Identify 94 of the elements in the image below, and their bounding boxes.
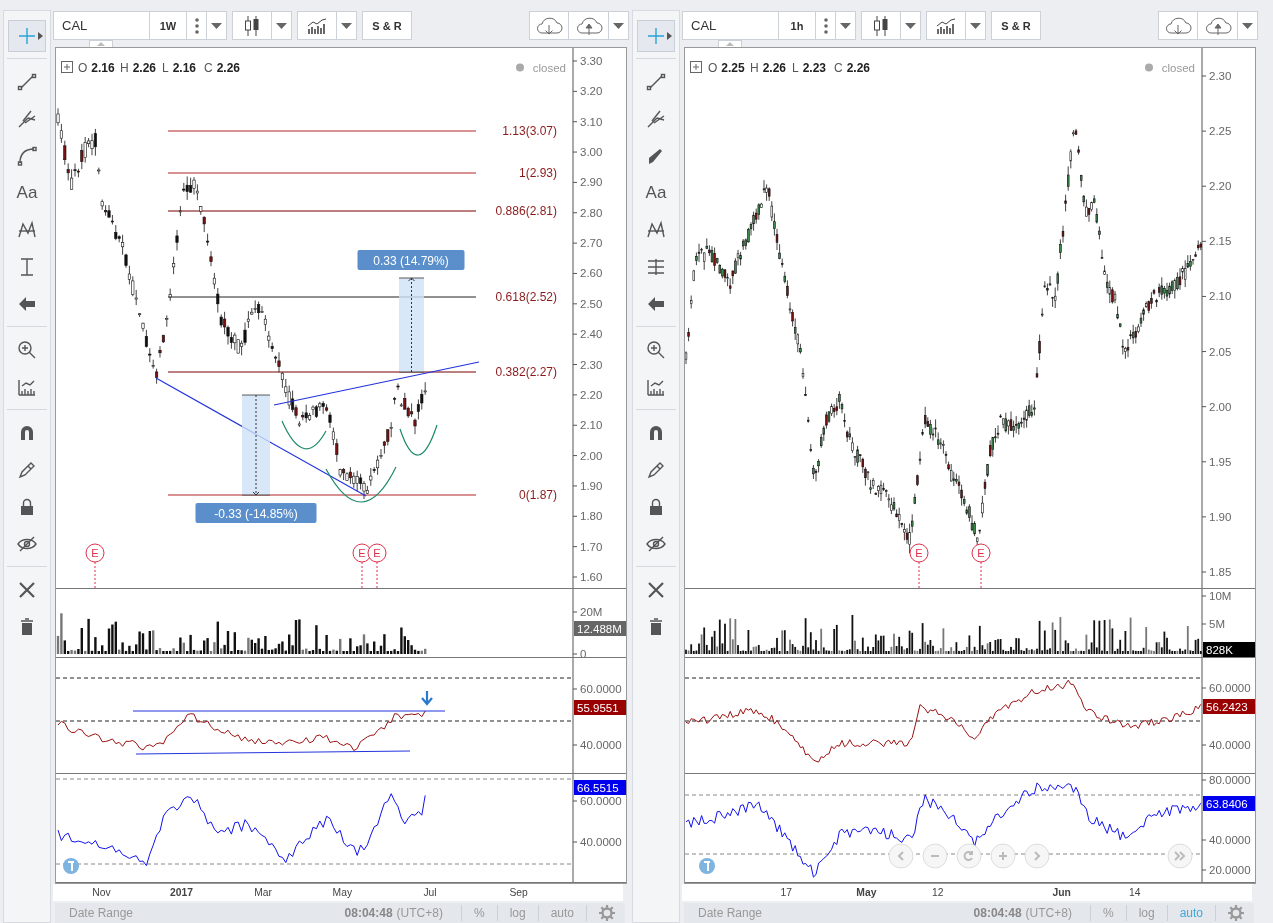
time-axis-label: 12 [932,887,944,899]
price-axis-label: 3.30 [580,55,603,67]
clock-time: 08:04:48 [973,906,1022,921]
fib-level-label: 1(2.93) [518,166,557,180]
price-axis-label: 1.90 [580,479,603,492]
price-axis-label: 2.00 [1209,400,1232,413]
indicator-axis-label: 40.0000 [1209,739,1251,751]
indicator-axis-label: 20.0000 [1209,864,1251,876]
indicator-axis-label: 80.0000 [1209,774,1251,786]
time-axis-label: 17 [780,887,793,899]
price-axis-label: 2.30 [580,358,603,371]
symbol-field[interactable]: CAL [53,11,149,40]
last-value-badge: 66.5515 [574,780,626,795]
time-axis-label: Nov [92,887,111,899]
last-value-badge: 63.8406 [1203,796,1255,811]
price-axis-label: 2.80 [580,206,603,219]
clock-time: 08:04:48 [344,906,393,921]
price-axis-label: 1.70 [580,540,603,553]
time-axis-label: Sep [509,887,528,899]
indicator-axis-label: 40.0000 [580,836,622,848]
price-axis-label: 2.25 [1209,125,1232,138]
last-value-badge: 828K [1203,642,1255,657]
timezone-label[interactable]: (UTC+8) [1025,906,1072,921]
price-axis-label: 2.00 [580,449,603,462]
fib-level-label: 0.618(2.52) [495,290,557,304]
ohlc-value: H 2.26 [120,61,157,75]
price-axis-label: 2.50 [580,297,603,310]
ohlc-value: C 2.26 [204,61,241,75]
volume-axis-label: 10M [1209,590,1232,602]
scale-toggle[interactable]: % [473,906,485,921]
date-range-button[interactable]: Date Range [69,906,134,921]
volume-axis-label: 20M [580,606,603,618]
indicator-axis-label: 40.0000 [580,739,622,751]
time-axis-label: May [856,887,877,899]
price-axis-label: 1.80 [580,510,603,523]
last-value-badge: 55.9551 [574,700,626,715]
symbol-field[interactable]: CAL [682,11,778,40]
time-axis-label: 14 [1129,887,1141,899]
ohlc-value: L 2.23 [792,61,827,75]
time-axis-label: Mar [254,887,273,899]
indicator-axis-label: 40.0000 [1209,834,1251,846]
text-tool[interactable]: Aa [8,177,46,209]
fib-level-label: 1.13(3.07) [502,124,557,138]
fib-level-label: 0.886(2.81) [495,204,557,218]
price-axis-label: 2.20 [580,388,603,401]
price-axis-label: 1.60 [580,571,603,583]
indicator-axis-label: 60.0000 [1209,682,1251,694]
price-axis-label: 2.70 [580,237,603,250]
scale-toggle[interactable]: log [509,906,526,921]
volume-axis-label: 0 [580,648,587,658]
price-axis-label: 2.05 [1209,345,1232,358]
interval-button[interactable]: 1W [149,11,187,40]
time-axis-label: Jun [1052,887,1071,899]
fib-level-label: 0.382(2.27) [495,365,557,379]
time-axis-label: Jul [423,887,437,899]
price-axis-label: 2.10 [580,419,603,432]
support-resistance-button[interactable]: S & R [362,11,412,40]
ohlc-value: C 2.26 [834,61,871,75]
price-axis-label: 1.90 [1209,510,1232,523]
support-resistance-button[interactable]: S & R [991,11,1041,40]
fib-level-label: 0(1.87) [518,488,557,502]
price-axis-label: 2.90 [580,176,603,189]
timezone-label[interactable]: (UTC+8) [396,906,443,921]
price-axis-label: 3.10 [580,115,603,128]
date-range-button[interactable]: Date Range [698,906,763,921]
market-status: closed [532,62,566,74]
market-status: closed [1161,62,1195,74]
ohlc-value: O 2.16 [78,61,115,75]
price-axis-label: 2.60 [580,267,603,280]
measure-label: 0.33 (14.79%) [357,250,465,270]
price-axis-label: 2.30 [1209,70,1232,82]
time-axis-label: 2017 [170,887,193,899]
ohlc-value: L 2.16 [162,61,197,75]
text-tool[interactable]: Aa [637,177,675,209]
price-axis-label: 3.20 [580,85,603,98]
last-value-badge: 12.488M [574,621,626,636]
volume-axis-label: 5M [1209,618,1225,630]
indicator-axis-label: 60.0000 [580,683,622,695]
time-axis-label: May [332,887,353,899]
scale-toggle[interactable]: log [1138,906,1155,921]
indicator-axis-label: 60.0000 [580,795,622,807]
last-value-badge: 56.2423 [1203,699,1255,714]
measure-label: -0.33 (-14.85%) [195,503,317,523]
price-axis-label: 1.95 [1209,455,1232,468]
price-axis-label: 3.00 [580,146,603,159]
ohlc-value: O 2.25 [708,61,745,75]
price-axis-label: 2.40 [580,328,603,341]
price-axis-label: 2.20 [1209,180,1232,193]
price-axis-label: 1.85 [1209,566,1232,578]
price-axis-label: 2.15 [1209,235,1232,248]
ohlc-value: H 2.26 [750,61,787,75]
interval-button[interactable]: 1h [778,11,816,40]
scale-toggle[interactable]: % [1102,906,1114,921]
price-axis-label: 2.10 [1209,290,1232,303]
